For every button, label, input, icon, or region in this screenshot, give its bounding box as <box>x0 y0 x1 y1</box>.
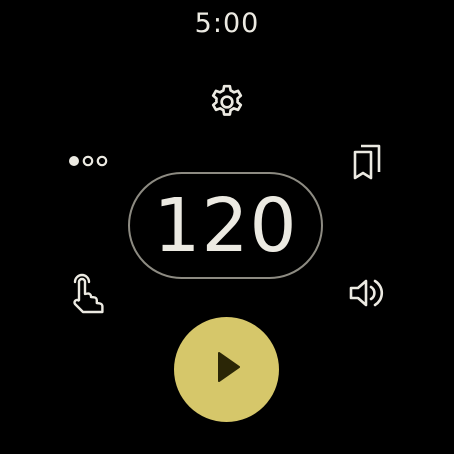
play-button[interactable] <box>174 317 279 422</box>
gear-icon <box>207 82 247 122</box>
bpm-value: 120 <box>153 182 298 269</box>
more-options-button[interactable] <box>64 146 112 176</box>
touch-icon <box>67 270 107 314</box>
bpm-display[interactable]: 120 <box>128 172 323 279</box>
clock-time: 5:00 <box>194 8 260 39</box>
volume-button[interactable] <box>344 273 390 313</box>
bookmarks-icon <box>349 142 385 182</box>
tap-tempo-button[interactable] <box>64 268 110 316</box>
volume-icon <box>347 276 387 310</box>
bookmarks-button[interactable] <box>345 140 389 184</box>
settings-button[interactable] <box>205 80 249 124</box>
play-icon <box>207 347 247 392</box>
more-horiz-icon <box>67 153 109 169</box>
watch-screen: 5:00 120 <box>0 0 454 454</box>
